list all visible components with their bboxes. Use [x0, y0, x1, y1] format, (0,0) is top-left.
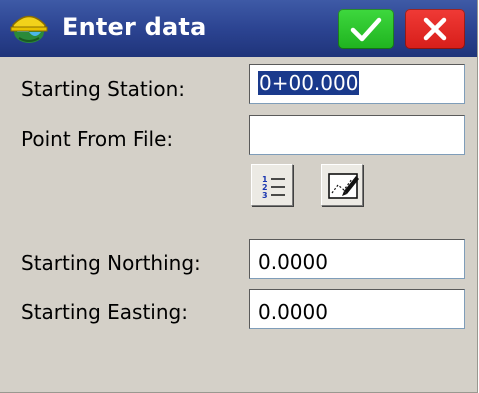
- starting-easting-input[interactable]: [249, 289, 465, 329]
- svg-text:3: 3: [262, 191, 268, 200]
- map-pick-icon: [328, 173, 359, 199]
- point-list-button[interactable]: 1 2 3: [251, 164, 293, 206]
- starting-northing-input[interactable]: [249, 239, 465, 279]
- starting-northing-label: Starting Northing:: [21, 251, 201, 275]
- close-icon: [423, 17, 447, 41]
- hardhat-globe-icon: [9, 10, 49, 46]
- starting-station-label: Starting Station:: [21, 77, 185, 101]
- point-from-file-input[interactable]: [249, 115, 465, 155]
- starting-station-input[interactable]: 0+00.000: [249, 64, 465, 104]
- ok-button[interactable]: [338, 9, 394, 49]
- enter-data-dialog: Enter data Starting Station: 0+00.000 Po…: [0, 0, 478, 393]
- title-bar: Enter data: [0, 0, 477, 57]
- numbered-list-icon: 1 2 3: [262, 175, 285, 200]
- starting-station-value: 0+00.000: [258, 71, 360, 95]
- map-select-button[interactable]: [321, 164, 363, 206]
- window-title: Enter data: [62, 13, 207, 41]
- point-from-file-label: Point From File:: [21, 127, 174, 151]
- cancel-button[interactable]: [405, 9, 465, 49]
- checkmark-icon: [350, 17, 382, 42]
- starting-easting-label: Starting Easting:: [21, 300, 188, 324]
